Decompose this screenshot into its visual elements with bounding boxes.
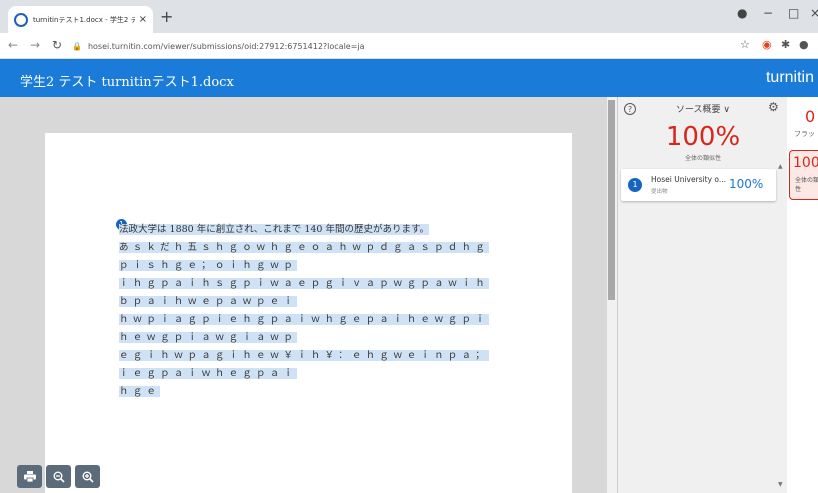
flag-count: 0	[805, 107, 816, 126]
help-icon[interactable]: ?	[624, 103, 636, 115]
source-number: 1	[628, 178, 642, 192]
turnitin-favicon-icon	[14, 12, 28, 27]
source-overview-panel: ? ソース概要 ∨ ⚙ 100% 全体の類似性 ▲ 1 Hosei Univer…	[617, 97, 787, 493]
text-line: 法政大学は 1880 年に創立され、これまで 140 年間の歴史があります。	[119, 224, 430, 235]
reload-icon[interactable]: ↻	[52, 38, 62, 52]
new-tab-button[interactable]: +	[160, 7, 173, 26]
text-line: ｉｈｇｐａｉｈｓｇｐｉｗａｅｐｇｉｖａｐｗｇｐａｗｉｈｂｐａｉｈｗｅｐａｗｐｅｉ	[119, 278, 489, 307]
similarity-card-label: 全体の類似性	[795, 177, 818, 193]
extension-icon[interactable]: ◉	[762, 38, 772, 51]
source-percent: 100%	[729, 177, 764, 191]
address-bar: ← → ↻ 🔒 hosei.turnitin.com/viewer/submis…	[0, 33, 818, 59]
viewer-scrollbar-thumb[interactable]	[608, 100, 615, 300]
viewer-scrollbar[interactable]	[607, 97, 617, 493]
account-icon[interactable]: ●	[799, 38, 809, 51]
text-line: ｈｇｅ	[119, 386, 161, 397]
zoom-out-button[interactable]	[46, 465, 71, 488]
source-name: Hosei University o...	[651, 175, 727, 184]
tab-close-icon[interactable]: ×	[139, 14, 147, 25]
zoom-out-icon	[53, 471, 65, 483]
document-title: 学生2 テスト turnitinテスト1.docx	[20, 75, 234, 90]
document-page: 1 法政大学は 1880 年に創立され、これまで 140 年間の歴史があります。…	[45, 133, 572, 493]
zoom-in-button[interactable]	[75, 465, 100, 488]
document-viewer: 1 法政大学は 1880 年に創立され、これまで 140 年間の歴史があります。…	[0, 97, 607, 493]
minimize-button[interactable]: −	[763, 6, 773, 20]
text-line: あｓｋだｈ五ｓｈｇｏｗｈｇｅｏａｈｗｐｄｇａｓｐｄｈｇｐｉｓｈｇｅ；ｏｉｈｇｗｐ	[119, 242, 489, 271]
bookmark-star-icon[interactable]: ☆	[740, 38, 750, 51]
similarity-card-percent: 100	[793, 155, 818, 171]
gear-icon[interactable]: ⚙	[768, 100, 779, 114]
print-button[interactable]	[17, 465, 42, 488]
url-field[interactable]: 🔒 hosei.turnitin.com/viewer/submissions/…	[72, 37, 365, 55]
source-item[interactable]: 1 Hosei University o... 提出物 100%	[621, 169, 776, 201]
viewer-toolbar	[17, 465, 100, 488]
overall-similarity-label: 全体の類似性	[684, 155, 721, 162]
scroll-down-icon[interactable]: ▼	[778, 481, 783, 488]
zoom-in-icon	[82, 471, 94, 483]
side-toolbar: 0 フラッ 100 全体の類似性	[787, 97, 818, 493]
extensions-puzzle-icon[interactable]: ✱	[781, 38, 790, 51]
flag-label: フラッ	[794, 130, 815, 138]
tab-title: turnitinテスト1.docx - 学生2 テスト	[33, 15, 135, 24]
turnitin-logo: turnitin	[765, 69, 814, 86]
browser-tabbar: turnitinテスト1.docx - 学生2 テスト × + ● − □ ×	[0, 0, 818, 33]
lock-icon: 🔒	[72, 41, 82, 51]
text-line: ｅｇｉｈｗｐａｇｉｈｅｗ￥ｉｈ￥：ｅｈｇｗｅｉｎｐａ；ｉｅｇｐａｉｗｈｅｇｐａｉ	[119, 350, 489, 379]
browser-tab[interactable]: turnitinテスト1.docx - 学生2 テスト ×	[8, 6, 153, 33]
close-window-button[interactable]: ×	[810, 6, 818, 20]
document-text: 法政大学は 1880 年に創立され、これまで 140 年間の歴史があります。 あ…	[119, 221, 499, 401]
text-line: ｈｗｐｉａｇｐｉｅｈｇｐａｉｗｈｇｅｐａｉｈｅｗｇｐｉｈｅｗｇｐｉａｗｇｉａｗｐ	[119, 314, 489, 343]
scroll-up-icon[interactable]: ▲	[778, 163, 783, 170]
print-icon	[23, 471, 36, 482]
source-type: 提出物	[651, 189, 668, 195]
overall-similarity-percent: 100%	[665, 122, 741, 152]
forward-icon[interactable]: →	[30, 38, 40, 52]
turnitin-header: 学生2 テスト turnitinテスト1.docx turnitin	[0, 59, 818, 97]
back-icon[interactable]: ←	[8, 38, 18, 52]
profile-icon[interactable]: ●	[737, 6, 747, 20]
similarity-card[interactable]: 100 全体の類似性	[789, 150, 818, 200]
url-text: hosei.turnitin.com/viewer/submissions/oi…	[87, 41, 365, 51]
maximize-button[interactable]: □	[788, 6, 799, 20]
panel-title-dropdown[interactable]: ソース概要 ∨	[676, 102, 730, 115]
